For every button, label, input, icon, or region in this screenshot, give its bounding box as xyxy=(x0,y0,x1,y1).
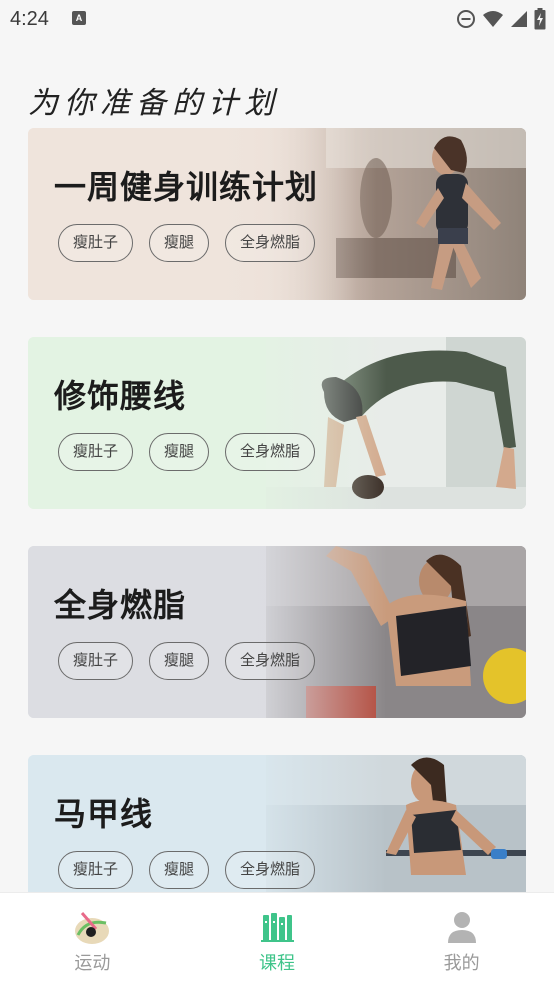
nav-label: 课程 xyxy=(259,953,295,974)
cell-signal-icon xyxy=(511,11,527,27)
plan-list[interactable]: 一周健身训练计划 瘦肚子 瘦腿 全身燃脂 修饰腰线 瘦肚子 瘦腿 全身燃脂 全身… xyxy=(0,128,554,892)
plan-tag[interactable]: 瘦腿 xyxy=(149,224,210,262)
nav-item-courses[interactable]: 课程 xyxy=(185,893,370,984)
notification-a-icon: A xyxy=(72,11,86,25)
workout-icon xyxy=(75,912,110,944)
plan-tag[interactable]: 瘦腿 xyxy=(149,851,210,889)
do-not-disturb-icon xyxy=(457,10,475,28)
plan-card[interactable]: 全身燃脂 瘦肚子 瘦腿 全身燃脂 xyxy=(28,546,526,718)
plan-tag[interactable]: 全身燃脂 xyxy=(225,433,316,471)
plan-card[interactable]: 马甲线 瘦肚子 瘦腿 全身燃脂 xyxy=(28,755,526,892)
status-bar: 4:24 A xyxy=(0,0,554,38)
bottom-nav: 运动 课程 我的 xyxy=(0,892,554,984)
plan-tag[interactable]: 瘦肚子 xyxy=(58,224,134,262)
plan-tags: 瘦肚子 瘦腿 全身燃脂 xyxy=(58,433,316,471)
plan-tag[interactable]: 瘦肚子 xyxy=(58,433,134,471)
plan-tag[interactable]: 瘦肚子 xyxy=(58,851,134,889)
plan-tag[interactable]: 瘦肚子 xyxy=(58,642,134,680)
plan-tag[interactable]: 全身燃脂 xyxy=(225,224,316,262)
battery-charging-icon xyxy=(534,8,546,30)
plan-title: 修饰腰线 xyxy=(54,377,187,415)
card-fade xyxy=(28,546,526,718)
wifi-icon xyxy=(483,11,503,27)
plan-tag[interactable]: 全身燃脂 xyxy=(225,851,316,889)
plan-tags: 瘦肚子 瘦腿 全身燃脂 xyxy=(58,851,316,889)
nav-item-workout[interactable]: 运动 xyxy=(0,893,185,984)
profile-icon xyxy=(447,912,476,943)
card-fade xyxy=(28,128,526,300)
plan-title: 一周健身训练计划 xyxy=(54,168,319,206)
plan-tag[interactable]: 瘦腿 xyxy=(149,642,210,680)
plan-title: 马甲线 xyxy=(54,795,154,833)
courses-icon xyxy=(261,913,294,942)
nav-label: 运动 xyxy=(74,953,111,974)
plan-tag[interactable]: 全身燃脂 xyxy=(225,642,316,680)
plan-card[interactable]: 一周健身训练计划 瘦肚子 瘦腿 全身燃脂 xyxy=(28,128,526,300)
plan-card[interactable]: 修饰腰线 瘦肚子 瘦腿 全身燃脂 xyxy=(28,337,526,509)
plan-tags: 瘦肚子 瘦腿 全身燃脂 xyxy=(58,224,316,262)
plan-title: 全身燃脂 xyxy=(54,586,187,624)
nav-label: 我的 xyxy=(443,953,480,974)
nav-item-profile[interactable]: 我的 xyxy=(369,893,554,984)
plan-tag[interactable]: 瘦腿 xyxy=(149,433,210,471)
plan-tags: 瘦肚子 瘦腿 全身燃脂 xyxy=(58,642,316,680)
status-time: 4:24 xyxy=(10,8,49,30)
card-fade xyxy=(28,337,526,509)
status-icons xyxy=(456,8,546,30)
page-title: 为你准备的计划 xyxy=(28,86,280,121)
